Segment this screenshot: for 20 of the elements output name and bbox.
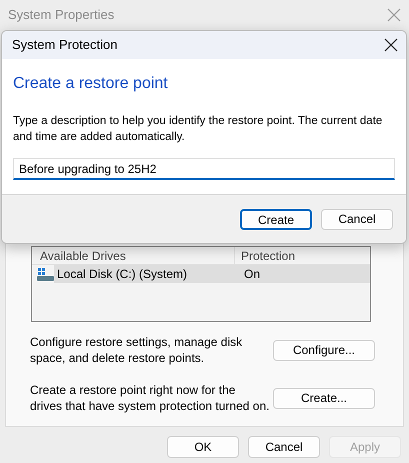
- action-button[interactable]: Create...: [273, 388, 375, 408]
- drive-row[interactable]: Local Disk (C:) (System) On: [54, 265, 370, 283]
- dialog-button[interactable]: Create: [240, 208, 312, 230]
- action-description: Configure restore settings, manage disk space, and delete restore points.: [30, 334, 244, 366]
- close-icon[interactable]: [384, 38, 398, 52]
- column-header[interactable]: Protection: [235, 247, 296, 264]
- drive-icon: [37, 268, 54, 280]
- protection-status: On: [243, 266, 262, 283]
- dialog-description: Type a description to help you identify the restore point. The current date and time are added automatically.: [13, 114, 384, 145]
- action-button[interactable]: Configure...: [273, 340, 375, 360]
- description-field[interactable]: Before upgrading to 25H2: [13, 158, 395, 180]
- dialog-button[interactable]: Cancel: [248, 436, 320, 458]
- dialog-button[interactable]: Cancel: [321, 208, 393, 230]
- dialog-heading: Create a restore point: [13, 74, 169, 94]
- column-header[interactable]: Available Drives: [32, 247, 235, 264]
- drive-name: Local Disk (C:) (System): [56, 266, 188, 283]
- dialog-button[interactable]: OK: [167, 436, 239, 458]
- dialog-title: System Protection: [12, 36, 118, 54]
- action-description: Create a restore point right now for the drives that have system protection turned on.: [30, 382, 270, 414]
- window-title: System Properties: [8, 6, 114, 24]
